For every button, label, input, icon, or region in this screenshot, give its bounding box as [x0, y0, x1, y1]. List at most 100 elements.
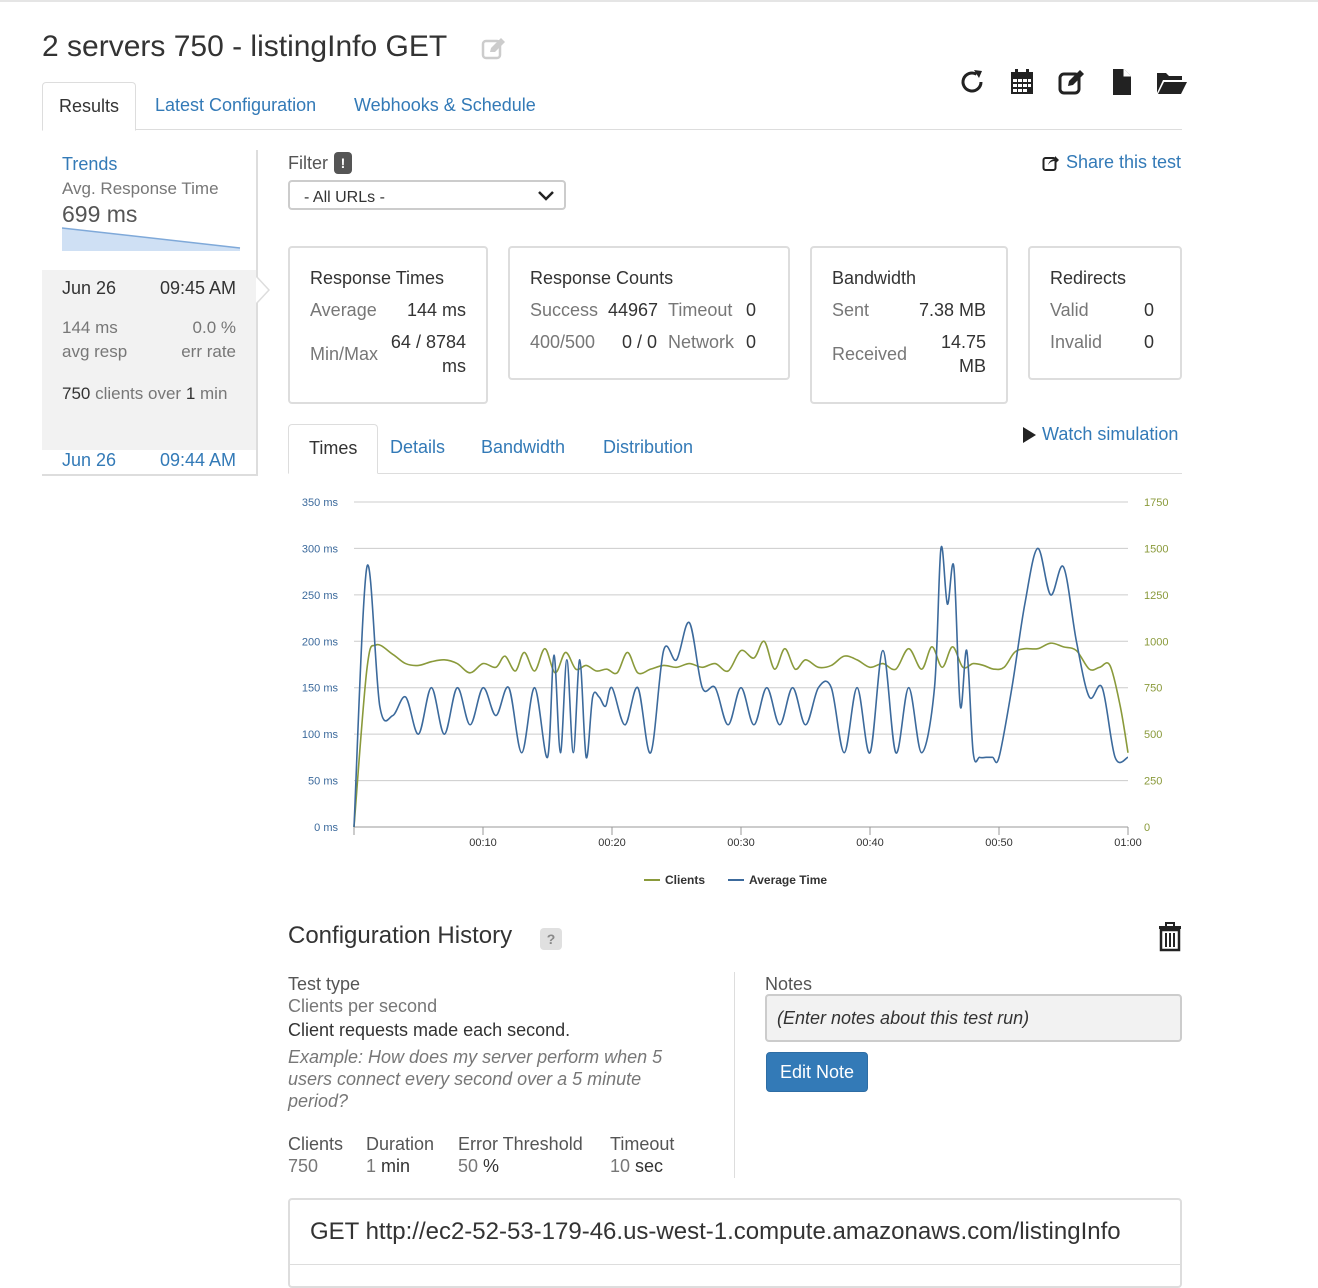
average-value: 144 ms	[406, 300, 466, 320]
run-clients-count: 750	[62, 384, 91, 403]
clients-param-label: Clients	[288, 1134, 344, 1154]
run-avg-resp-value: 144 ms	[62, 318, 118, 337]
duration-param: 1 min	[366, 1156, 410, 1177]
series-line-average-time	[353, 545, 1129, 828]
duration-param-value: 1	[366, 1156, 377, 1176]
network-value: 0	[746, 332, 757, 352]
minmax-value: 64 / 8784	[390, 332, 466, 352]
response-counts-title: Response Counts	[530, 268, 674, 288]
tab-webhooks-schedule[interactable]: Webhooks & Schedule	[338, 82, 552, 130]
config-divider	[734, 972, 735, 1178]
timeout-value: 0	[746, 300, 757, 320]
tab-times[interactable]: Times	[288, 424, 379, 474]
x-tick-label: 01:00	[1114, 837, 1142, 849]
tab-bandwidth[interactable]: Bandwidth	[461, 424, 585, 472]
network-label: Network	[668, 332, 735, 352]
y-right-tick-label: 250	[1144, 776, 1162, 788]
run-date: Jun 26	[62, 278, 117, 298]
filter-label-text: Filter	[288, 152, 328, 173]
tab-latest-configuration[interactable]: Latest Configuration	[139, 82, 332, 130]
run-clients-summary: 750 clients over 1 min	[62, 382, 242, 406]
share-test-link[interactable]: Share this test	[1042, 152, 1181, 173]
sent-label: Sent	[832, 300, 870, 320]
y-left-tick-label: 250 ms	[302, 590, 339, 602]
run-clients-mid: clients over	[90, 384, 186, 403]
y-left-tick-label: 50 ms	[308, 776, 338, 788]
response-times-box: Response Times Average 144 ms Min/Max 64…	[288, 246, 488, 404]
duration-param-label: Duration	[366, 1134, 435, 1154]
request-box: GET http://ec2-52-53-179-46.us-west-1.co…	[288, 1198, 1182, 1288]
invalid-label: Invalid	[1050, 332, 1103, 352]
received-value: 14.75	[940, 332, 986, 352]
top-border	[0, 0, 1318, 2]
notes-label: Notes	[765, 974, 813, 994]
watch-simulation-link[interactable]: Watch simulation	[1022, 424, 1178, 445]
legend-label: Average Time	[749, 873, 827, 887]
filter-warning-badge[interactable]: !	[334, 152, 352, 174]
times-chart: 0 ms 0 50 ms 250 100 ms 500 150 ms 750 200 ms 100…	[302, 497, 1169, 887]
minmax-unit: ms	[442, 356, 466, 376]
timeout-param-label: Timeout	[610, 1134, 675, 1154]
filter-label: Filter !	[288, 152, 352, 174]
run-avg-resp-label: avg resp	[62, 342, 128, 361]
received-unit: MB	[959, 356, 986, 376]
notes-field[interactable]: (Enter notes about this test run)	[765, 994, 1182, 1042]
errors-value: 0 / 0	[622, 332, 658, 352]
config-history-help[interactable]: ?	[540, 928, 562, 950]
avg-response-label: Avg. Response Time	[62, 179, 219, 198]
y-left-tick-label: 300 ms	[302, 543, 339, 555]
chevron-down-icon	[538, 191, 554, 201]
tab-results[interactable]: Results	[42, 82, 137, 131]
page-title: 2 servers 750 - listingInfo GET	[42, 30, 448, 63]
avg-response-value: 699 ms	[62, 201, 138, 227]
minmax-label: Min/Max	[310, 344, 379, 364]
run-err-rate-label: err rate	[181, 342, 236, 361]
other-run[interactable]: Jun 26 09:44 AM	[42, 450, 256, 476]
edit-note-button[interactable]: Edit Note	[766, 1052, 868, 1092]
bandwidth-box: Bandwidth Sent 7.38 MB Received 14.75 MB	[810, 246, 1008, 404]
timeout-param: 10 sec	[610, 1156, 663, 1177]
y-right-tick-label: 1000	[1144, 636, 1168, 648]
trends-link[interactable]: Trends	[62, 154, 117, 175]
selected-run[interactable]: Jun 26 09:45 AM 144 ms avg resp 0.0 % er…	[42, 270, 270, 450]
request-url: GET http://ec2-52-53-179-46.us-west-1.co…	[310, 1218, 1121, 1245]
y-right-tick-label: 1500	[1144, 543, 1168, 555]
success-label: Success	[530, 300, 599, 320]
tab-distribution[interactable]: Distribution	[583, 424, 713, 472]
run-err-rate-value: 0.0 %	[192, 318, 236, 337]
sent-value: 7.38 MB	[918, 300, 986, 320]
run-sidebar: Trends Avg. Response Time 699 ms Jun 26 …	[42, 150, 270, 476]
share-test-label: Share this test	[1066, 152, 1182, 172]
threshold-param-unit: %	[478, 1156, 500, 1176]
tab-details[interactable]: Details	[370, 424, 465, 472]
success-value: 44967	[608, 300, 659, 320]
received-label: Received	[832, 344, 908, 364]
trend-sparkline	[62, 227, 241, 251]
duration-param-unit: min	[376, 1156, 411, 1176]
config-history-title: Configuration History	[288, 922, 513, 949]
play-icon	[1023, 426, 1036, 443]
errors-label: 400/500	[530, 332, 596, 352]
watch-simulation-label: Watch simulation	[1042, 424, 1179, 444]
y-right-tick-label: 1250	[1144, 590, 1168, 602]
legend-label: Clients	[665, 873, 705, 887]
timeout-label: Timeout	[668, 300, 733, 320]
response-times-title: Response Times	[310, 268, 445, 288]
x-tick-label: 00:10	[469, 837, 497, 849]
selected-run-pointer	[256, 276, 270, 304]
url-filter-select[interactable]: - All URLs -	[288, 180, 566, 210]
threshold-param-value: 50	[458, 1156, 479, 1176]
other-run-date: Jun 26	[62, 450, 117, 470]
redirects-box: Redirects Valid 0 Invalid 0	[1028, 246, 1182, 380]
run-clients-unit: min	[195, 384, 228, 403]
clients-param-value: 750	[288, 1156, 319, 1176]
y-left-tick-label: 150 ms	[302, 683, 339, 695]
request-divider	[290, 1264, 1180, 1265]
x-tick-label: 00:50	[985, 837, 1013, 849]
bandwidth-title: Bandwidth	[832, 268, 917, 288]
x-tick-label: 00:30	[727, 837, 755, 849]
trash-icon[interactable]	[1158, 922, 1182, 957]
y-left-tick-label: 200 ms	[302, 636, 339, 648]
edit-title-icon[interactable]	[481, 36, 507, 62]
x-tick-label: 00:20	[598, 837, 626, 849]
